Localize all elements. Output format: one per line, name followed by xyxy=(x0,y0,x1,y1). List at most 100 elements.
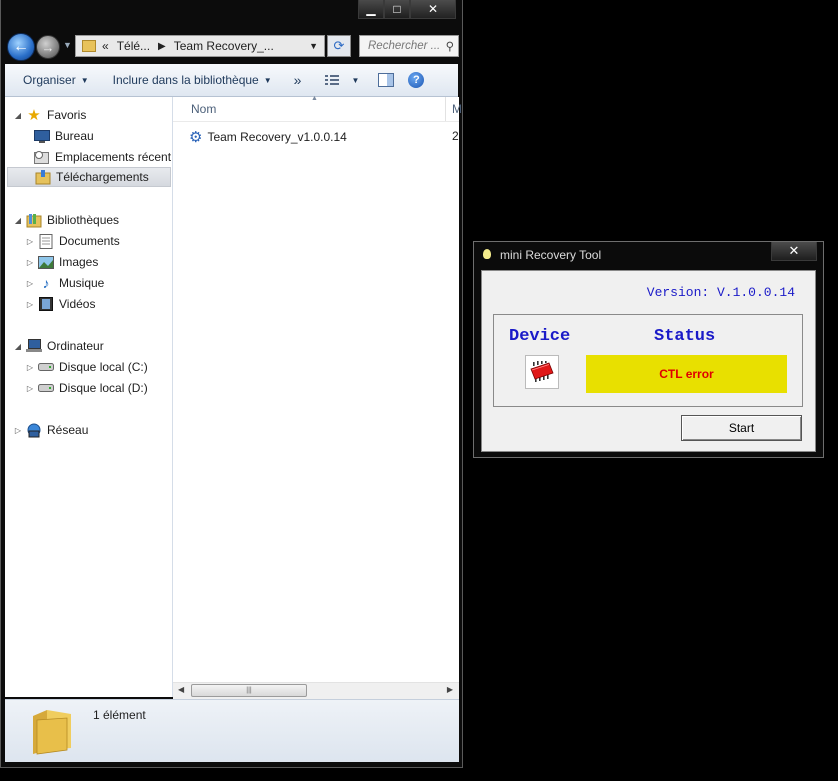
folder-icon xyxy=(82,40,96,52)
item-count: 1 élément xyxy=(93,708,146,722)
file-list: ▲ Nom M ⚙ Team Recovery_v1.0.0.14 2 xyxy=(173,95,462,697)
preview-pane-icon xyxy=(378,73,395,87)
nav-libraries[interactable]: ◢ Bibliothèques xyxy=(13,210,119,230)
hard-drive-icon xyxy=(38,380,54,396)
collapse-arrow-icon[interactable]: ▷ xyxy=(13,426,23,435)
version-label: Version: V.1.0.0.14 xyxy=(646,285,795,300)
collapse-arrow-icon[interactable]: ▷ xyxy=(25,384,35,393)
close-button[interactable]: ✕ xyxy=(771,242,817,261)
minimize-button[interactable]: ▁ xyxy=(358,0,384,19)
tool-client-area: Version: V.1.0.0.14 Device Status CTL er… xyxy=(481,270,816,452)
nav-computer[interactable]: ◢ Ordinateur xyxy=(13,336,104,356)
collapse-arrow-icon[interactable]: ▷ xyxy=(25,363,35,372)
expand-arrow-icon[interactable]: ◢ xyxy=(13,342,23,351)
nav-videos-label: Vidéos xyxy=(59,297,96,311)
recent-pages-dropdown[interactable]: ▼ xyxy=(63,40,72,50)
folder-icon xyxy=(33,710,71,755)
close-button[interactable]: ✕ xyxy=(410,0,456,19)
column-modified[interactable]: M xyxy=(452,102,462,116)
nav-network[interactable]: ▷ Réseau xyxy=(13,420,88,440)
nav-recent-label: Emplacements récent xyxy=(55,150,172,164)
music-note-icon: ♪ xyxy=(42,275,50,291)
navigation-pane: ◢ ★ Favoris Bureau Emplacements récent Tél… xyxy=(5,97,173,697)
nav-documents[interactable]: ▷ Documents xyxy=(25,231,120,251)
preview-pane-button[interactable] xyxy=(377,72,395,88)
organize-label: Organiser xyxy=(23,73,76,87)
more-commands-button[interactable]: » xyxy=(286,72,310,88)
nav-images[interactable]: ▷ Images xyxy=(25,252,98,272)
column-header: ▲ Nom M xyxy=(173,95,462,122)
breadcrumb-parent[interactable]: Télé... xyxy=(117,39,150,53)
column-divider[interactable] xyxy=(445,97,446,121)
expand-arrow-icon[interactable]: ◢ xyxy=(13,216,23,225)
star-icon: ★ xyxy=(27,107,41,124)
nav-desktop[interactable]: Bureau xyxy=(31,126,94,146)
command-bar: Organiser ▼ Inclure dans la bibliothèque ▼… xyxy=(5,64,458,97)
view-options-button[interactable]: ▼ xyxy=(317,74,367,86)
computer-icon xyxy=(26,338,42,354)
include-label: Inclure dans la bibliothèque xyxy=(112,73,259,87)
include-library-menu[interactable]: Inclure dans la bibliothèque ▼ xyxy=(105,73,280,87)
search-placeholder: Rechercher ... xyxy=(368,40,441,52)
nav-network-label: Réseau xyxy=(47,423,89,437)
chevron-down-icon: ▼ xyxy=(351,75,360,85)
back-button[interactable]: ← xyxy=(7,33,35,61)
breadcrumb-separator-icon[interactable]: ▶ xyxy=(158,41,166,52)
status-heading: Status xyxy=(654,327,716,346)
file-name[interactable]: Team Recovery_v1.0.0.14 xyxy=(207,130,346,144)
film-icon xyxy=(38,296,54,312)
scroll-right-icon[interactable]: ▶ xyxy=(447,685,453,694)
collapse-arrow-icon[interactable]: ▷ xyxy=(25,258,35,267)
file-modified-value: 2 xyxy=(452,129,459,143)
chevron-down-icon: ▼ xyxy=(80,75,89,85)
search-input[interactable]: Rechercher ... ⚲ xyxy=(359,35,459,57)
nav-music[interactable]: ▷ ♪ Musique xyxy=(25,273,104,293)
recent-places-icon xyxy=(34,149,50,165)
breadcrumb-prefix[interactable]: « xyxy=(102,39,109,53)
details-pane: 1 élément xyxy=(5,699,459,762)
nav-favorites-label: Favoris xyxy=(47,108,87,122)
nav-disk-d-label: Disque local (D:) xyxy=(59,381,148,395)
memory-chip-icon xyxy=(530,361,554,382)
device-heading: Device xyxy=(509,327,571,346)
nav-favorites[interactable]: ◢ ★ Favoris xyxy=(13,105,86,125)
nav-disk-d[interactable]: ▷ Disque local (D:) xyxy=(25,378,148,398)
collapse-arrow-icon[interactable]: ▷ xyxy=(25,237,35,246)
address-row: ← → ▼ « Télé... ▶ Team Recovery_... ▼ ⟳ … xyxy=(5,32,459,61)
help-button[interactable]: ? xyxy=(407,72,425,88)
expand-arrow-icon[interactable]: ◢ xyxy=(13,111,23,120)
search-icon[interactable]: ⚲ xyxy=(446,39,454,53)
start-button[interactable]: Start xyxy=(681,415,802,441)
window-title: mini Recovery Tool xyxy=(500,248,602,262)
gear-icon: ⚙ xyxy=(189,129,203,146)
device-indicator xyxy=(525,355,559,389)
nav-documents-label: Documents xyxy=(59,234,120,248)
documents-icon xyxy=(38,233,54,249)
organize-menu[interactable]: Organiser ▼ xyxy=(15,73,97,87)
scroll-left-icon[interactable]: ◀ xyxy=(178,685,184,694)
view-list-icon xyxy=(325,75,340,85)
address-bar[interactable]: « Télé... ▶ Team Recovery_... ▼ xyxy=(75,35,325,57)
forward-button[interactable]: → xyxy=(36,35,60,59)
scroll-thumb[interactable]: ||| xyxy=(191,684,307,697)
nav-music-label: Musique xyxy=(59,276,105,290)
collapse-arrow-icon[interactable]: ▷ xyxy=(25,300,35,309)
nav-desktop-label: Bureau xyxy=(55,129,94,143)
address-dropdown-icon[interactable]: ▼ xyxy=(309,41,318,51)
hard-drive-icon xyxy=(38,359,54,375)
nav-downloads[interactable]: Téléchargements xyxy=(7,167,171,187)
horizontal-scrollbar[interactable]: ◀ ||| ▶ xyxy=(173,682,459,699)
list-item[interactable]: ⚙ Team Recovery_v1.0.0.14 xyxy=(189,127,347,147)
breadcrumb-current[interactable]: Team Recovery_... xyxy=(174,39,274,53)
status-value-box: CTL error xyxy=(586,355,787,393)
nav-videos[interactable]: ▷ Vidéos xyxy=(25,294,95,314)
images-icon xyxy=(38,254,54,270)
column-name[interactable]: Nom xyxy=(191,102,216,116)
downloads-folder-icon xyxy=(35,169,51,185)
nav-disk-c[interactable]: ▷ Disque local (C:) xyxy=(25,357,148,377)
maximize-button[interactable]: □ xyxy=(384,0,410,19)
nav-recent[interactable]: Emplacements récent xyxy=(31,147,171,167)
collapse-arrow-icon[interactable]: ▷ xyxy=(25,279,35,288)
explorer-window: ▁ □ ✕ ← → ▼ « Télé... ▶ Team Recovery_..… xyxy=(0,0,463,768)
refresh-button[interactable]: ⟳ xyxy=(327,35,351,57)
